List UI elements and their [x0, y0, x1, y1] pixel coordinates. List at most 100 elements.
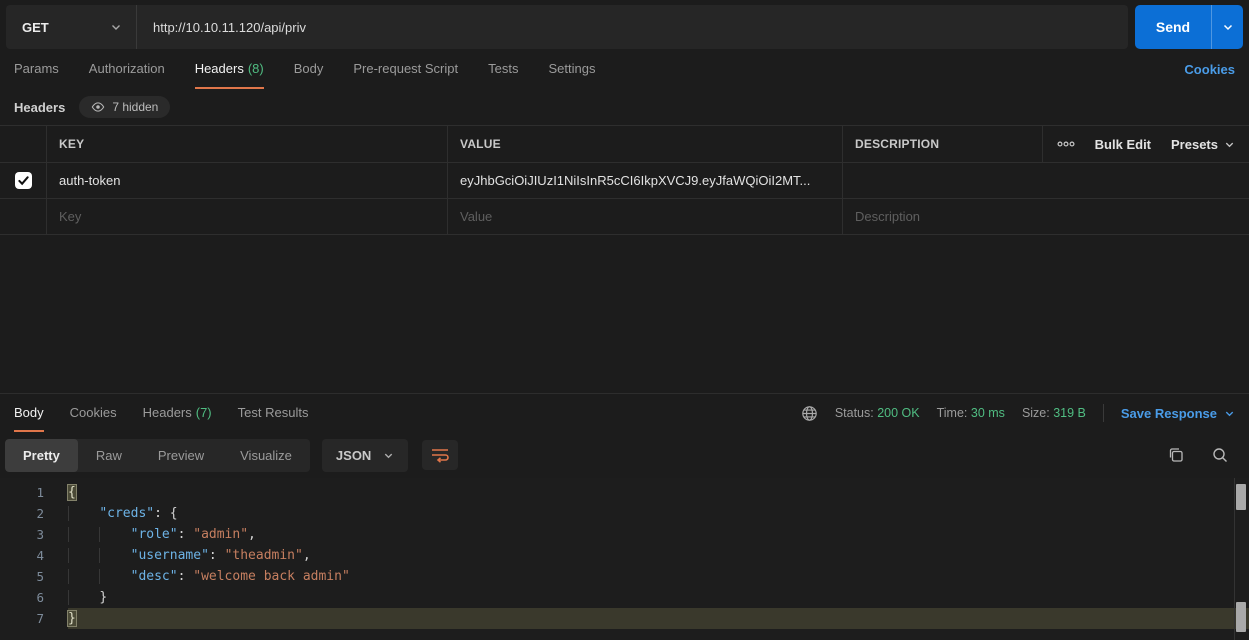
view-mode-raw[interactable]: Raw: [78, 439, 140, 472]
line-number: 1: [0, 482, 68, 503]
code-lines: 1{2 "creds": {3 "role": "admin",4 "usern…: [0, 482, 1249, 629]
size-badge[interactable]: Size: 319 B: [1022, 406, 1086, 420]
save-response-button[interactable]: Save Response: [1121, 406, 1235, 421]
tab-label: Settings: [548, 61, 595, 76]
search-icon[interactable]: [1211, 446, 1229, 464]
row-checkbox-cell: [0, 163, 46, 198]
hidden-headers-count: 7 hidden: [112, 100, 158, 114]
code-line-6[interactable]: 6 }: [0, 587, 1249, 608]
response-toolbar: PrettyRawPreviewVisualize JSON: [0, 432, 1249, 478]
chevron-down-icon: [1222, 21, 1234, 33]
auth-token-value: eyJhbGciOiJIUzI1NiIsInR5cCI6IkpXVCJ9.eyJ…: [460, 173, 810, 188]
network-globe-icon[interactable]: [801, 405, 818, 422]
response-body-viewer[interactable]: 1{2 "creds": {3 "role": "admin",4 "usern…: [0, 478, 1249, 640]
line-number: 2: [0, 503, 68, 524]
line-content: }: [68, 608, 1249, 629]
chevron-down-icon: [1224, 408, 1235, 419]
tab-body[interactable]: Body: [14, 394, 44, 432]
tab-count: (8): [248, 61, 264, 76]
line-number: 6: [0, 587, 68, 608]
description-column-header: DESCRIPTION: [842, 126, 1042, 162]
format-dropdown[interactable]: JSON: [322, 439, 408, 472]
code-line-5[interactable]: 5 "desc": "welcome back admin": [0, 566, 1249, 587]
hidden-headers-toggle[interactable]: 7 hidden: [79, 96, 170, 118]
more-options-icon[interactable]: [1057, 141, 1075, 147]
send-options-caret[interactable]: [1211, 5, 1243, 49]
header-key-cell[interactable]: auth-token: [46, 163, 447, 198]
tab-label: Pre-request Script: [353, 61, 458, 76]
response-meta: Status: 200 OK Time: 30 ms Size: 319 B S…: [801, 394, 1235, 432]
chevron-down-icon: [383, 450, 394, 461]
headers-section-title: Headers: [14, 100, 65, 115]
save-response-label: Save Response: [1121, 406, 1217, 421]
new-description-input[interactable]: Description: [842, 199, 1249, 234]
tab-body[interactable]: Body: [294, 49, 324, 89]
new-key-input[interactable]: Key: [46, 199, 447, 234]
row-checkbox[interactable]: [15, 172, 32, 189]
value-column-header: VALUE: [447, 126, 842, 162]
view-mode-preview[interactable]: Preview: [140, 439, 222, 472]
tab-headers[interactable]: Headers (7): [143, 394, 212, 432]
view-mode-visualize[interactable]: Visualize: [222, 439, 310, 472]
line-content: }: [68, 587, 1249, 608]
chevron-down-icon: [110, 21, 122, 33]
tab-authorization[interactable]: Authorization: [89, 49, 165, 89]
format-value: JSON: [336, 448, 371, 463]
bulk-edit-button[interactable]: Bulk Edit: [1095, 137, 1151, 152]
code-line-7[interactable]: 7}: [0, 608, 1249, 629]
key-placeholder: Key: [59, 209, 81, 224]
wrap-lines-icon[interactable]: [422, 440, 458, 470]
status-badge[interactable]: Status: 200 OK: [835, 406, 920, 420]
request-tabs: Params Authorization Headers(8) Body Pre-req…: [0, 49, 1249, 89]
tab-count: (7): [196, 405, 212, 420]
send-button[interactable]: Send: [1135, 5, 1243, 49]
header-row-auth-token: auth-token eyJhbGciOiJIUzI1NiIsInR5cCI6I…: [0, 163, 1249, 199]
row-checkbox-cell-empty: [0, 199, 46, 234]
header-description-cell[interactable]: [842, 163, 1249, 198]
tab-test-results[interactable]: Test Results: [238, 394, 309, 432]
copy-icon[interactable]: [1167, 446, 1185, 464]
scrollbar-thumb[interactable]: [1236, 484, 1246, 510]
presets-dropdown[interactable]: Presets: [1171, 137, 1235, 152]
presets-label: Presets: [1171, 137, 1218, 152]
send-button-label[interactable]: Send: [1135, 5, 1211, 49]
tab-headers[interactable]: Headers(8): [195, 49, 264, 89]
new-value-input[interactable]: Value: [447, 199, 842, 234]
response-tabs: Body Cookies Headers (7) Test Results: [5, 394, 334, 432]
view-mode-segmented-control: PrettyRawPreviewVisualize: [5, 439, 310, 472]
tab-params[interactable]: Params: [14, 49, 59, 89]
tab-settings[interactable]: Settings: [548, 49, 595, 89]
request-tabs-list: Params Authorization Headers(8) Body Pre-req…: [14, 49, 625, 89]
code-line-2[interactable]: 2 "creds": {: [0, 503, 1249, 524]
tab-tests[interactable]: Tests: [488, 49, 518, 89]
tab-label: Headers: [143, 405, 192, 420]
select-all-column: [0, 126, 46, 162]
code-line-1[interactable]: 1{: [0, 482, 1249, 503]
divider: [1103, 404, 1104, 422]
scrollbar-thumb-secondary[interactable]: [1236, 602, 1246, 632]
tab-label: Params: [14, 61, 59, 76]
tab-label: Test Results: [238, 405, 309, 420]
code-line-4[interactable]: 4 "username": "theadmin",: [0, 545, 1249, 566]
method-select[interactable]: GET: [6, 5, 137, 49]
tab-cookies[interactable]: Cookies: [70, 394, 117, 432]
line-content: {: [68, 482, 1249, 503]
line-content: "role": "admin",: [68, 524, 1249, 545]
request-field: GET: [6, 5, 1128, 49]
header-actions: Bulk Edit Presets: [1042, 126, 1249, 162]
line-content: "desc": "welcome back admin": [68, 566, 1249, 587]
line-number: 7: [0, 608, 68, 629]
line-number: 5: [0, 566, 68, 587]
cookies-link[interactable]: Cookies: [1184, 49, 1235, 89]
request-bar: GET Send: [6, 5, 1243, 49]
header-value-cell[interactable]: eyJhbGciOiJIUzI1NiIsInR5cCI6IkpXVCJ9.eyJ…: [447, 163, 842, 198]
url-input[interactable]: [137, 5, 1128, 49]
tab-pre-request-script[interactable]: Pre-request Script: [353, 49, 458, 89]
tab-label: Authorization: [89, 61, 165, 76]
line-content: "creds": {: [68, 503, 1249, 524]
key-column-header: KEY: [46, 126, 447, 162]
view-mode-pretty[interactable]: Pretty: [5, 439, 78, 472]
code-line-3[interactable]: 3 "role": "admin",: [0, 524, 1249, 545]
time-badge[interactable]: Time: 30 ms: [937, 406, 1005, 420]
method-value: GET: [22, 20, 49, 35]
